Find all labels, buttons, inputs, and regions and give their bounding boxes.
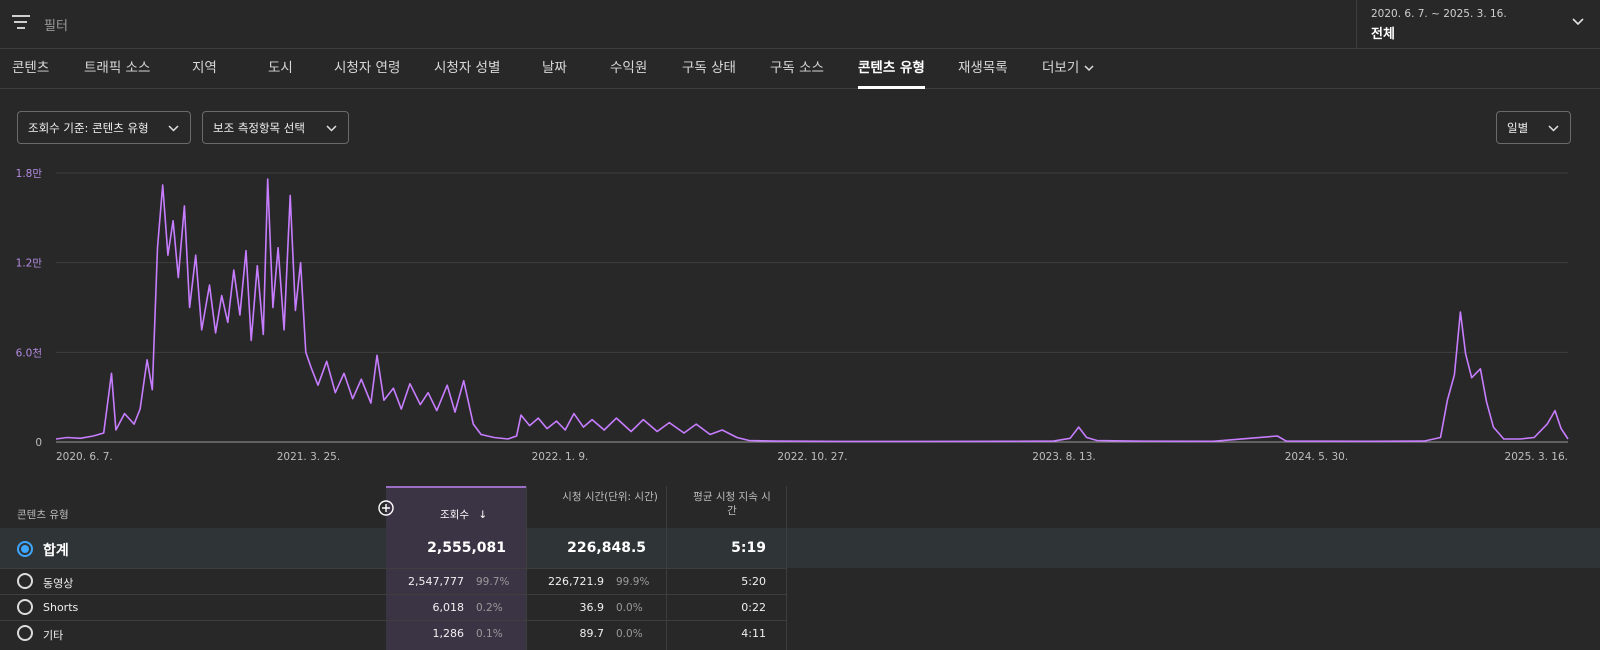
header-avg-duration[interactable]: 평균 시청 지속 시간: [690, 490, 774, 518]
row-label-shorts: Shorts: [43, 601, 79, 614]
secondary-metric-dropdown[interactable]: 보조 측정항목 선택: [202, 111, 349, 144]
filter-label[interactable]: 필터: [44, 15, 68, 34]
chevron-down-icon: [168, 125, 179, 132]
x-tick-label: 2024. 5. 30.: [1285, 451, 1348, 463]
row-avg-other: 4:11: [741, 627, 766, 640]
content-type-table: 콘텐츠 유형 조회수 ↓ 시청 시간(단위: 시간) 평균 시청 지속 시간 합…: [0, 486, 1600, 650]
tab-geography[interactable]: 지역: [192, 49, 217, 89]
row-watch-shorts: 36.9: [579, 601, 605, 614]
granularity-label: 일별: [1507, 121, 1529, 135]
total-views: 2,555,081: [427, 540, 506, 556]
total-avg-duration: 5:19: [731, 540, 766, 556]
row-radio-video[interactable]: [17, 573, 33, 589]
metric-dropdown-label: 조회수 기준: 콘텐츠 유형: [28, 121, 149, 135]
series-line: [55, 178, 1569, 443]
row-label-other: 기타: [43, 629, 64, 642]
total-watch-time: 226,848.5: [567, 540, 646, 556]
row-divider: [0, 620, 786, 621]
total-row: [0, 528, 1600, 568]
row-divider: [0, 594, 786, 595]
filter-icon[interactable]: [12, 15, 30, 31]
row-views-pct-other: 0.1%: [476, 628, 503, 640]
x-tick-label: 2021. 3. 25.: [277, 451, 340, 463]
x-tick-label: 2023. 8. 13.: [1032, 451, 1095, 463]
tab-content[interactable]: 콘텐츠: [12, 49, 49, 89]
tab-subscription-status[interactable]: 구독 상태: [682, 49, 736, 89]
row-views-other: 1,286: [432, 627, 465, 640]
row-label-video: 동영상: [43, 577, 74, 590]
chevron-down-icon: [326, 125, 337, 132]
analytics-page: 필터 2020. 6. 7. ~ 2025. 3. 16. 전체 콘텐츠 트래픽…: [0, 0, 1600, 650]
tab-content-type[interactable]: 콘텐츠 유형: [858, 49, 925, 89]
row-divider: [0, 568, 786, 569]
row-views-pct-video: 99.7%: [476, 576, 510, 588]
date-range-picker[interactable]: 2020. 6. 7. ~ 2025. 3. 16. 전체: [1356, 0, 1600, 49]
header-views-label: 조회수: [440, 509, 469, 521]
metric-dropdown[interactable]: 조회수 기준: 콘텐츠 유형: [17, 111, 191, 144]
y-tick-label: 1.8만: [16, 168, 43, 180]
row-avg-shorts: 0:22: [741, 601, 766, 614]
tab-traffic-source[interactable]: 트래픽 소스: [84, 49, 150, 89]
row-watch-other: 89.7: [579, 627, 605, 640]
date-range-text: 2020. 6. 7. ~ 2025. 3. 16.: [1371, 8, 1507, 20]
row-avg-video: 5:20: [741, 575, 766, 588]
tab-city[interactable]: 도시: [268, 49, 293, 89]
tab-more[interactable]: 더보기: [1042, 49, 1094, 89]
date-period-text: 전체: [1371, 27, 1395, 42]
y-tick-label: 1.2만: [16, 258, 43, 270]
dimension-tabs: 콘텐츠 트래픽 소스 지역 도시 시청자 연령 시청자 성별 날짜 수익원 구독…: [0, 49, 1600, 89]
row-views-shorts: 6,018: [432, 601, 465, 614]
x-tick-label: 2022. 1. 9.: [532, 451, 589, 463]
column-divider: [786, 486, 787, 650]
tab-date[interactable]: 날짜: [542, 49, 567, 89]
tab-more-label: 더보기: [1042, 60, 1080, 76]
header-watch-time[interactable]: 시청 시간(단위: 시간): [560, 490, 660, 504]
row-watch-video: 226,721.9: [548, 575, 604, 588]
row-watch-pct-shorts: 0.0%: [616, 602, 643, 614]
add-metric-icon[interactable]: [378, 500, 394, 516]
chevron-down-icon: [1548, 125, 1559, 132]
x-tick-label: 2025. 3. 16.: [1505, 451, 1568, 463]
row-radio-other[interactable]: [17, 625, 33, 641]
x-tick-label: 2022. 10. 27.: [777, 451, 847, 463]
y-tick-label: 0: [35, 437, 42, 449]
header-views[interactable]: 조회수 ↓: [440, 508, 520, 522]
total-label: 합계: [43, 543, 69, 559]
total-radio[interactable]: [17, 541, 33, 557]
tab-subscription-source[interactable]: 구독 소스: [770, 49, 824, 89]
chevron-down-icon: [1572, 18, 1584, 26]
row-watch-pct-video: 99.9%: [616, 576, 650, 588]
granularity-dropdown[interactable]: 일별: [1496, 111, 1571, 144]
row-watch-pct-other: 0.0%: [616, 628, 643, 640]
y-tick-label: 6.0천: [16, 347, 42, 359]
tab-revenue-source[interactable]: 수익원: [610, 49, 647, 89]
filter-bar: 필터 2020. 6. 7. ~ 2025. 3. 16. 전체: [0, 0, 1600, 49]
row-views-pct-shorts: 0.2%: [476, 602, 503, 614]
tab-viewer-age[interactable]: 시청자 연령: [334, 49, 400, 89]
tab-viewer-gender[interactable]: 시청자 성별: [434, 49, 500, 89]
header-content-type: 콘텐츠 유형: [17, 509, 69, 521]
chevron-down-icon: [1084, 64, 1094, 71]
views-line-chart: 0 6.0천 1.2만 1.8만 2020. 6. 7. 2021. 3. 25. 2022…: [16, 168, 1569, 463]
secondary-metric-label: 보조 측정항목 선택: [213, 121, 305, 135]
sort-down-icon: ↓: [478, 509, 488, 521]
row-views-video: 2,547,777: [408, 575, 464, 588]
row-radio-shorts[interactable]: [17, 599, 33, 615]
x-tick-label: 2020. 6. 7.: [56, 451, 113, 463]
tab-playlist[interactable]: 재생목록: [958, 49, 1008, 89]
